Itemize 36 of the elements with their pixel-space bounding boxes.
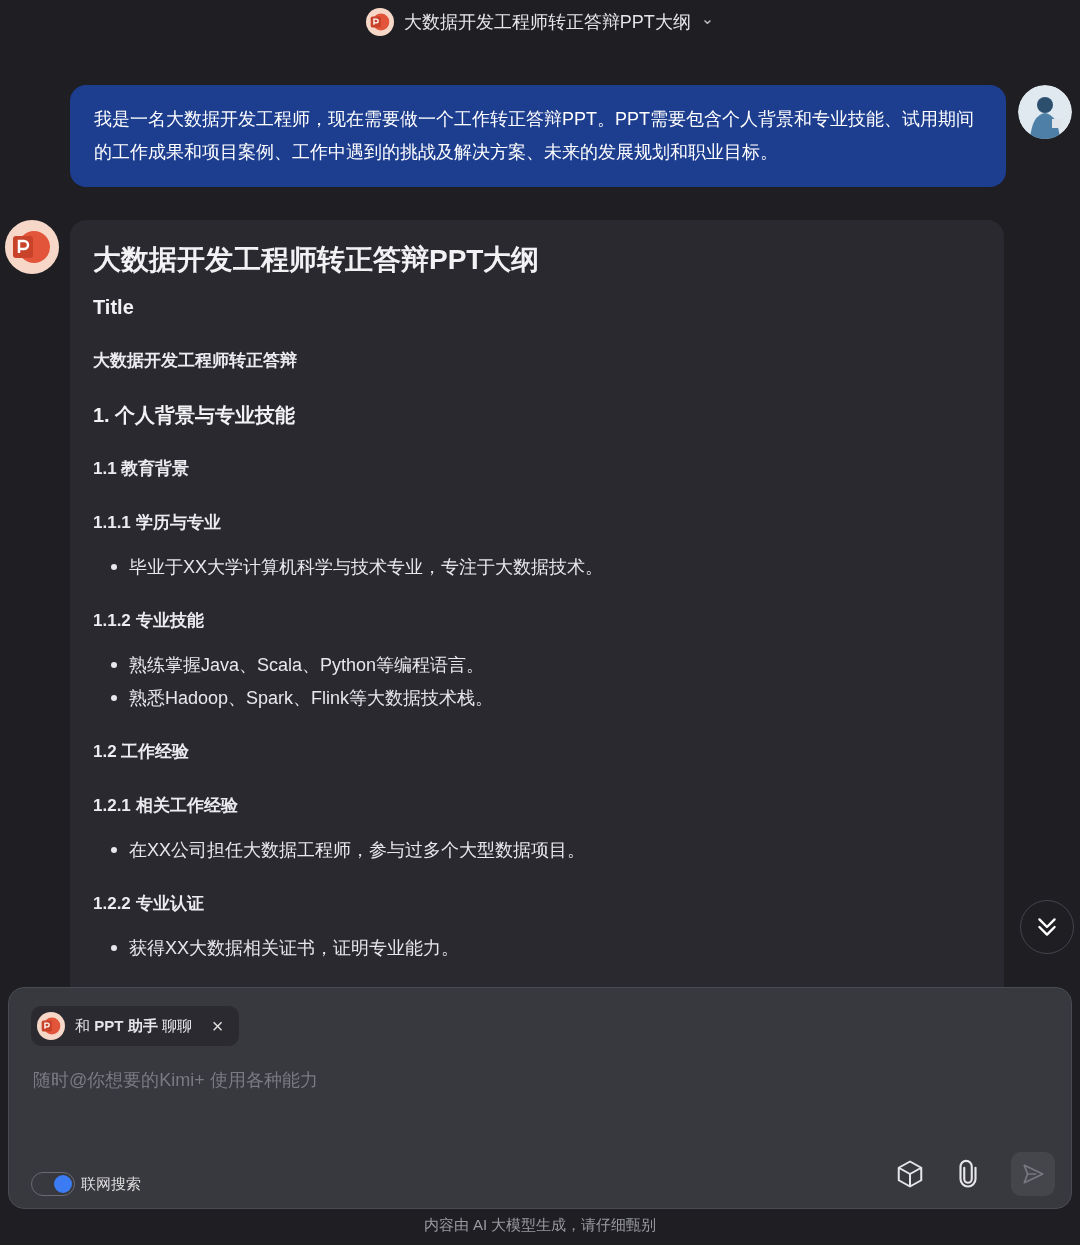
bullet-text: 毕业于XX大学计算机科学与技术专业，专注于大数据技术。 — [129, 556, 603, 579]
bullet-icon — [111, 564, 117, 570]
bullet-icon — [111, 945, 117, 951]
section-heading: Title — [93, 295, 135, 320]
subsection-heading: 1.1.2 专业技能 — [93, 610, 205, 632]
ppt-logo-icon — [37, 1012, 65, 1040]
chip-label: 和 PPT 助手 聊聊 — [75, 1016, 192, 1036]
message-input[interactable]: 和 PPT 助手 聊聊 × 随时@你想要的Kimi+ 使用各种能力 联网搜索 — [8, 987, 1072, 1209]
assistant-chip[interactable]: 和 PPT 助手 聊聊 × — [31, 1006, 240, 1046]
bullet-text: 熟悉Hadoop、Spark、Flink等大数据技术栈。 — [129, 687, 494, 710]
bullet-text: 在XX公司担任大数据工程师，参与过多个大型数据项目。 — [129, 839, 585, 862]
subsection-heading: 1.1 教育背景 — [93, 458, 191, 480]
disclaimer: 内容由 AI 大模型生成，请仔细甄别 — [422, 1216, 658, 1235]
user-avatar — [1018, 85, 1072, 139]
toggle-label: 联网搜索 — [81, 1174, 141, 1194]
subsection-heading: 1.1.1 学历与专业 — [93, 512, 222, 534]
outline-title: 大数据开发工程师转正答辩PPT大纲 — [93, 243, 541, 277]
chat-title[interactable]: 大数据开发工程师转正答辩PPT大纲 — [403, 10, 691, 34]
user-message: 我是一名大数据开发工程师，现在需要做一个工作转正答辩PPT。PPT需要包含个人背景和专业技能、试用期间的工作成果和项目案例、工作中遇到的挑战及解决方案、未来的发展规划和职业目标。 — [70, 85, 1006, 187]
ppt-logo-icon — [365, 8, 394, 36]
bullet-text: 获得XX大数据相关证书，证明专业能力。 — [129, 937, 459, 960]
section-heading: 1. 个人背景与专业技能 — [93, 403, 297, 428]
cube-icon[interactable] — [895, 1159, 925, 1189]
subsection-heading: 1.2 工作经验 — [93, 741, 191, 763]
subsection-heading: 1.2.1 相关工作经验 — [93, 795, 239, 817]
close-icon[interactable]: × — [211, 1016, 224, 1036]
ppt-logo-icon — [5, 220, 59, 274]
bullet-icon — [111, 847, 117, 853]
bullet-text: 熟练掌握Java、Scala、Python等编程语言。 — [129, 654, 485, 677]
subsection-heading: 大数据开发工程师转正答辩 — [93, 350, 298, 372]
caret-icon[interactable]: ⌄ — [700, 11, 715, 27]
send-icon — [1020, 1161, 1046, 1187]
bullet-icon — [111, 695, 117, 701]
scroll-down-button[interactable] — [1020, 900, 1074, 954]
bullet-icon — [111, 662, 117, 668]
subsection-heading: 1.2.2 专业认证 — [93, 893, 205, 915]
